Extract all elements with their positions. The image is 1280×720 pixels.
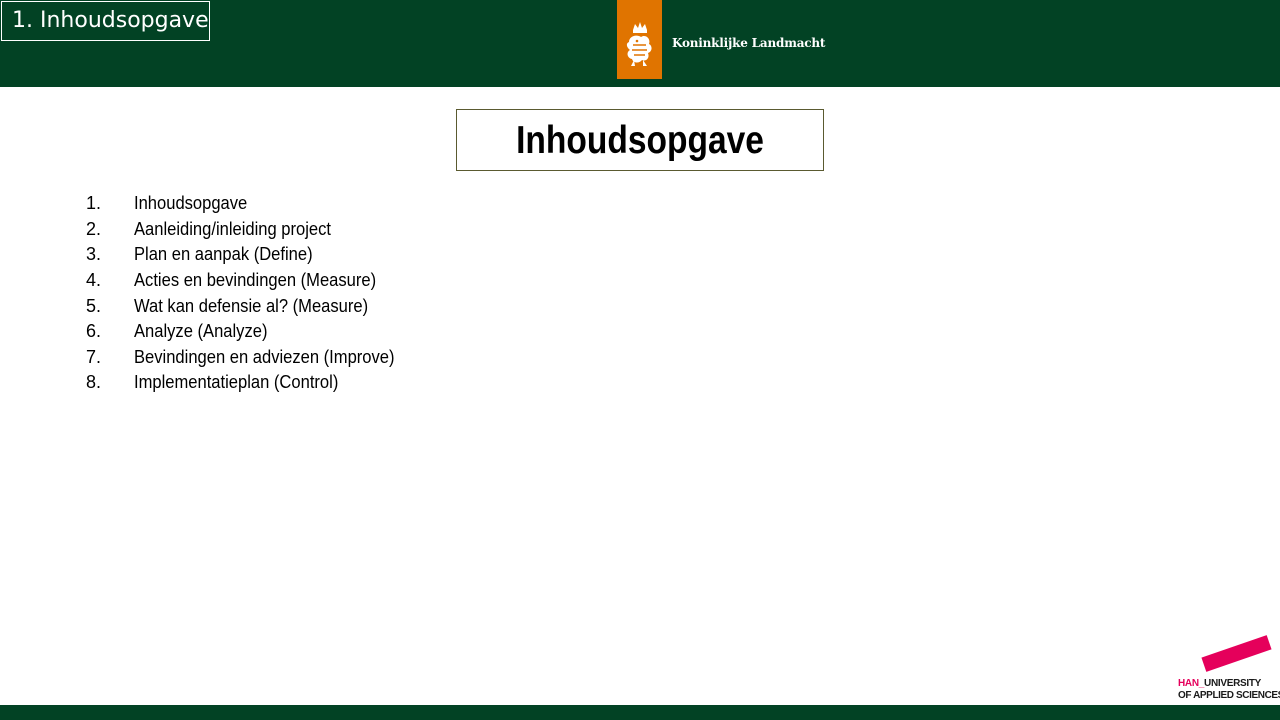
organization-name: Koninklijke Landmacht — [672, 36, 826, 50]
toc-item-number: 8. — [86, 372, 102, 393]
toc-item-number: 2. — [86, 218, 102, 239]
title-box: Inhoudsopgave — [456, 109, 824, 171]
footer-bar — [0, 705, 1280, 720]
toc-item-label: Wat kan defensie al? (Measure) — [134, 295, 369, 316]
slide: 1. Inhoudsopgave Koninklijke Landmacht I… — [0, 0, 1280, 720]
toc-item: 2. Aanleiding/inleiding project — [86, 217, 417, 243]
han-logo-prefix: HAN_ — [1178, 678, 1205, 689]
han-university-logo: HAN_UNIVERSITY OF APPLIED SCIENCES — [1176, 635, 1280, 704]
toc-item-label: Analyze (Analyze) — [134, 321, 268, 342]
toc-item-number: 5. — [86, 295, 102, 316]
toc-item-number: 6. — [86, 321, 102, 342]
toc-item-label: Bevindingen en adviezen (Improve) — [134, 346, 395, 367]
toc-item-number: 1. — [86, 193, 102, 214]
toc-item: 4. Acties en bevindingen (Measure) — [86, 268, 417, 294]
han-logo-stripe — [1201, 635, 1272, 672]
toc-item-label: Implementatieplan (Control) — [134, 372, 339, 393]
toc-item: 7. Bevindingen en adviezen (Improve) — [86, 345, 417, 371]
page-title: Inhoudsopgave — [516, 119, 764, 162]
table-of-contents: 1. Inhoudsopgave 2. Aanleiding/inleiding p… — [86, 191, 417, 396]
lion-crest-icon — [626, 22, 652, 66]
toc-item-number: 7. — [86, 346, 102, 367]
toc-item-label: Aanleiding/inleiding project — [134, 218, 332, 239]
toc-item: 1. Inhoudsopgave — [86, 191, 417, 217]
section-tag: 1. Inhoudsopgave — [1, 1, 210, 41]
toc-item-label: Plan en aanpak (Define) — [134, 244, 313, 265]
toc-item-number: 4. — [86, 270, 102, 291]
han-logo-university: UNIVERSITY — [1204, 678, 1262, 689]
han-logo-line2: OF APPLIED SCIENCES — [1178, 690, 1280, 701]
toc-item: 8. Implementatieplan (Control) — [86, 370, 417, 396]
emblem-badge — [617, 0, 662, 79]
toc-item-label: Inhoudsopgave — [134, 193, 248, 214]
toc-item-label: Acties en bevindingen (Measure) — [134, 270, 377, 291]
toc-item: 5. Wat kan defensie al? (Measure) — [86, 293, 417, 319]
toc-item-number: 3. — [86, 244, 102, 265]
header-bar: 1. Inhoudsopgave Koninklijke Landmacht — [0, 0, 1280, 87]
toc-item: 3. Plan en aanpak (Define) — [86, 242, 417, 268]
han-logo-line1: HAN_UNIVERSITY — [1178, 678, 1261, 689]
toc-item: 6. Analyze (Analyze) — [86, 319, 417, 345]
